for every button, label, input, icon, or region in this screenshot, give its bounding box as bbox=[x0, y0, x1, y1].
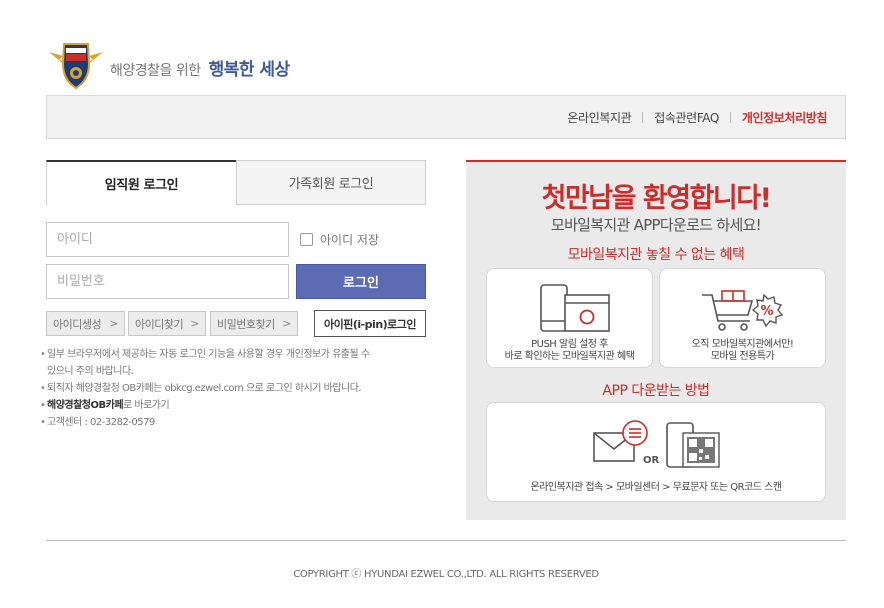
tagline-prefix: 해양경찰을 위한 bbox=[110, 63, 201, 79]
ob-cafe-link-suffix: 로 바로가기 bbox=[123, 400, 170, 411]
tagline-main: 행복한 세상 bbox=[208, 60, 291, 80]
site-tagline: 해양경찰을 위한 행복한 세상 bbox=[110, 55, 290, 80]
note-autologin-cont: 있으니 주의 바랍니다. bbox=[47, 366, 134, 377]
save-id-option[interactable]: 아이디 저장 bbox=[300, 231, 379, 248]
push-notification-icon bbox=[540, 284, 610, 332]
benefit-card-push: PUSH 알림 설정 후 바로 확인하는 모바일복지관 혜택 bbox=[486, 268, 653, 368]
find-id-label: 아이디찾기 bbox=[135, 317, 184, 331]
nav-divider bbox=[642, 112, 644, 123]
note-item: 퇴직자 해양경찰청 OB카페는 obkcg.ezwel.com 으로 로그인 하… bbox=[40, 380, 440, 397]
coast-guard-logo bbox=[49, 43, 103, 90]
or-label: OR bbox=[643, 455, 660, 466]
find-password-button[interactable]: 비밀번호찾기 > bbox=[210, 311, 298, 336]
note-item: 해양경찰청OB카페로 바로가기 bbox=[40, 397, 440, 414]
benefit-special-line1: 오직 모바일복지관에서만! bbox=[691, 339, 794, 350]
benefit-push-line1: PUSH 알림 설정 후 bbox=[531, 339, 608, 350]
footer-copyright: COPYRIGHT ⓒ HYUNDAI EZWEL CO.,LTD. ALL R… bbox=[293, 569, 599, 580]
save-id-label: 아이디 저장 bbox=[320, 233, 380, 247]
chevron-right-icon: > bbox=[282, 317, 291, 330]
benefit-push-line2: 바로 확인하는 모바일복지관 혜택 bbox=[504, 351, 635, 362]
benefit-special-price-text: 오직 모바일복지관에서만! 모바일 전용특가 bbox=[660, 339, 825, 363]
note-retiree: 퇴직자 해양경찰청 OB카페는 obkcg.ezwel.com 으로 로그인 하… bbox=[47, 383, 362, 394]
customer-center: 고객센터 : 02-3282-0579 bbox=[47, 417, 155, 428]
benefit-push-text: PUSH 알림 설정 후 바로 확인하는 모바일복지관 혜택 bbox=[487, 339, 652, 363]
shopping-cart-sale-icon: % bbox=[702, 290, 784, 331]
note-item: 고객센터 : 02-3282-0579 bbox=[40, 414, 440, 431]
ob-cafe-link[interactable]: 해양경찰청OB카페 bbox=[47, 400, 124, 411]
chevron-right-icon: > bbox=[109, 317, 118, 330]
tab-employee-login[interactable]: 임직원 로그인 bbox=[46, 160, 237, 205]
qr-code-icon bbox=[666, 422, 720, 468]
app-promo-panel: 첫만남을 환영합니다! 모바일복지관 APP다운로드 하세요! 모바일복지관 놓… bbox=[466, 160, 846, 520]
nav-divider bbox=[729, 112, 731, 123]
login-tabs: 임직원 로그인 가족회원 로그인 bbox=[46, 160, 426, 205]
tab-family-login[interactable]: 가족회원 로그인 bbox=[236, 160, 426, 205]
note-autologin: 일부 브라우저에서 제공하는 자동 로그인 기능을 사용할 경우 개인정보가 유… bbox=[47, 349, 370, 360]
download-method-card: OR 온라인복지관 접속 > 모바일센터 > 무료문자 또는 QR코드 스캔 bbox=[486, 402, 826, 502]
benefit-special-line2: 모바일 전용특가 bbox=[710, 351, 775, 362]
benefits-heading: 모바일복지관 놓칠 수 없는 혜택 bbox=[567, 247, 745, 263]
id-input[interactable] bbox=[46, 222, 289, 257]
find-id-button[interactable]: 아이디찾기 > bbox=[128, 311, 206, 336]
download-steps: 온라인복지관 접속 > 모바일센터 > 무료문자 또는 QR코드 스캔 bbox=[530, 482, 782, 493]
save-id-checkbox[interactable] bbox=[300, 233, 313, 246]
download-heading: APP 다운받는 방법 bbox=[602, 383, 710, 399]
benefit-card-special-price: % 오직 모바일복지관에서만! 모바일 전용특가 bbox=[659, 268, 826, 368]
footer-divider bbox=[46, 540, 846, 541]
promo-subtitle: 모바일복지관 APP다운로드 하세요! bbox=[550, 216, 762, 234]
nav-faq[interactable]: 접속관련FAQ bbox=[654, 109, 719, 126]
nav-online-welfare[interactable]: 온라인복지관 bbox=[567, 109, 631, 126]
create-id-button[interactable]: 아이디생성 > bbox=[46, 311, 125, 336]
password-input[interactable] bbox=[46, 264, 289, 299]
create-id-label: 아이디생성 bbox=[53, 317, 102, 331]
svg-text:%: % bbox=[760, 304, 773, 319]
sms-message-icon bbox=[593, 420, 648, 462]
login-button[interactable]: 로그인 bbox=[296, 264, 426, 299]
top-nav: 온라인복지관 접속관련FAQ 개인정보처리방침 bbox=[567, 109, 827, 126]
ipin-login-button[interactable]: 아이핀(i-pin)로그인 bbox=[314, 310, 426, 337]
chevron-right-icon: > bbox=[190, 317, 199, 330]
note-item: 일부 브라우저에서 제공하는 자동 로그인 기능을 사용할 경우 개인정보가 유… bbox=[40, 346, 440, 380]
nav-privacy-policy[interactable]: 개인정보처리방침 bbox=[742, 109, 828, 126]
find-password-label: 비밀번호찾기 bbox=[217, 317, 275, 331]
login-notes: 일부 브라우저에서 제공하는 자동 로그인 기능을 사용할 경우 개인정보가 유… bbox=[40, 346, 440, 431]
top-bar: 온라인복지관 접속관련FAQ 개인정보처리방침 bbox=[46, 95, 846, 139]
promo-title: 첫만남을 환영합니다! bbox=[541, 183, 772, 214]
